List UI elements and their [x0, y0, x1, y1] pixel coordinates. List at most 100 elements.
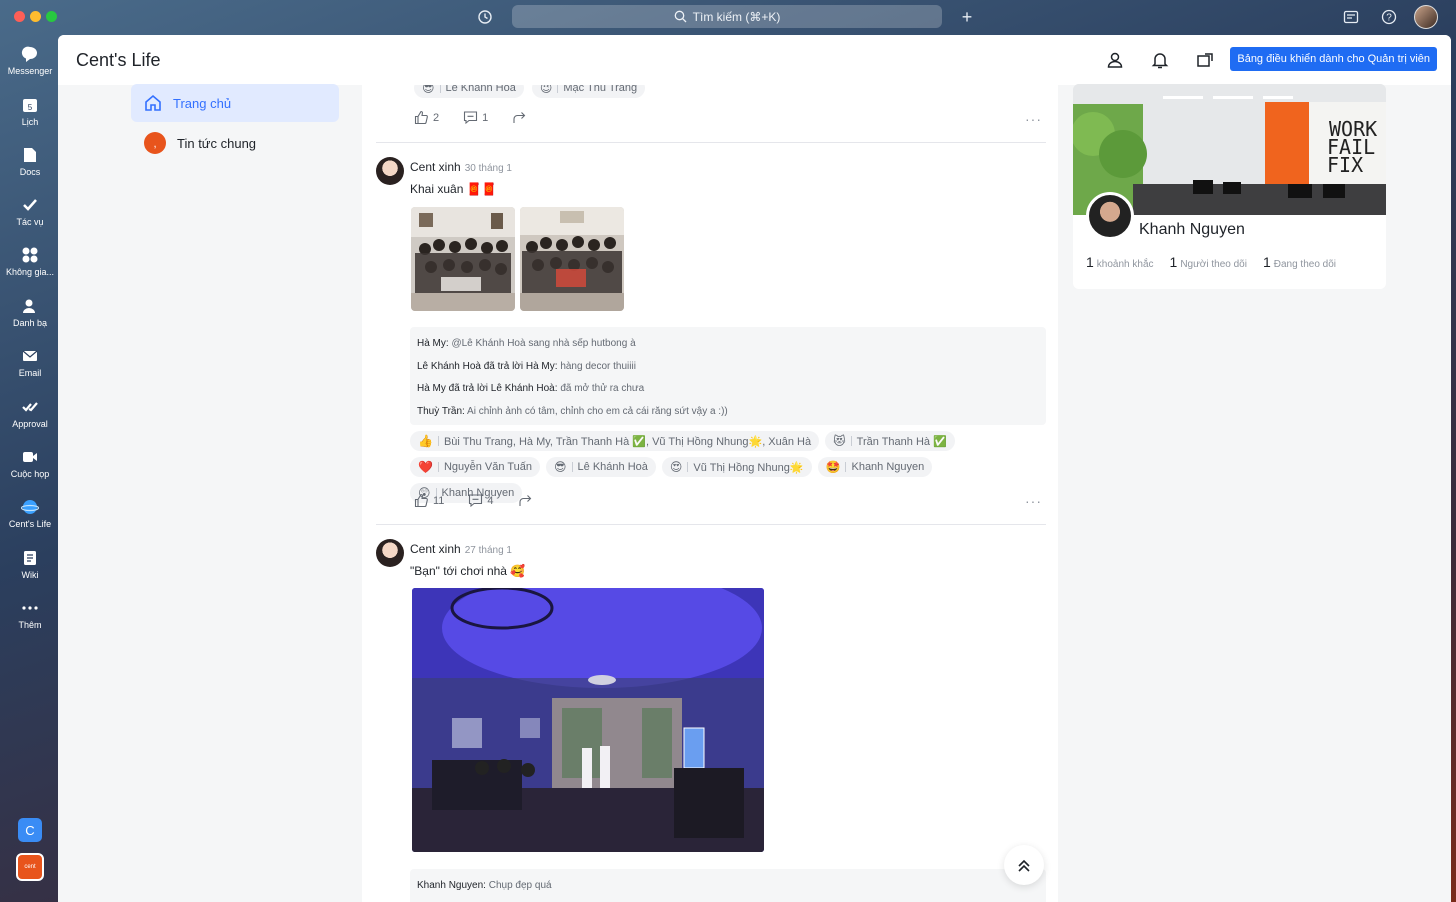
svg-text:?: ? [1386, 13, 1392, 24]
rail-item-contacts[interactable]: Danh bạ [0, 297, 60, 328]
avatar[interactable] [1086, 192, 1134, 240]
comment-thread: Hà My: @Lê Khánh Hoà sang nhà sếp hutbon… [410, 327, 1046, 425]
rail-label: Email [18, 368, 42, 378]
app-rail: Messenger 5 Lịch Docs Tác vụ Không gia..… [0, 34, 58, 902]
rail-item-messenger[interactable]: Messenger [0, 45, 60, 76]
scroll-to-top-button[interactable] [1004, 845, 1044, 885]
planet-icon [20, 498, 40, 516]
rail-label: Danh bạ [12, 318, 48, 328]
rail-item-wiki[interactable]: Wiki [0, 549, 60, 580]
close-window-button[interactable] [14, 11, 25, 22]
profile-card: WORK FAIL FIX Khanh Nguyen 1 khoảnh khắc … [1073, 84, 1386, 289]
post-photo[interactable] [411, 207, 515, 311]
chat-bubble-icon [21, 45, 39, 63]
nav-item-home[interactable]: Trang chủ [131, 84, 339, 122]
page-title: Cent's Life [76, 50, 161, 70]
post-actions: 11 4 [414, 493, 533, 508]
window-titlebar: Tìm kiếm (⌘+K) + ? [0, 0, 1456, 34]
profile-icon[interactable] [1105, 50, 1125, 70]
rail-item-cents-life[interactable]: Cent's Life [0, 498, 60, 529]
search-placeholder: Tìm kiếm (⌘+K) [692, 9, 781, 24]
rail-label: Messenger [7, 66, 53, 76]
plus-icon[interactable]: + [956, 6, 978, 28]
rail-label: Cent's Life [8, 519, 52, 529]
rail-item-calendar[interactable]: 5 Lịch [0, 96, 60, 127]
thumbs-up-icon [414, 493, 428, 508]
like-button[interactable]: 11 [414, 493, 444, 508]
comment-button[interactable]: 1 [463, 110, 488, 125]
mail-icon [21, 347, 39, 365]
help-icon[interactable]: ? [1378, 6, 1400, 28]
nav-label: Tin tức chung [177, 135, 257, 151]
checklist-icon[interactable] [1340, 6, 1362, 28]
like-count: 11 [433, 494, 445, 507]
divider [376, 524, 1046, 525]
zoom-window-button[interactable] [46, 11, 57, 22]
comment[interactable]: Lê Khánh Hoà đã trả lời Hà My: hàng deco… [417, 356, 1039, 379]
share-icon [513, 112, 526, 123]
stat-followers[interactable]: 1 Người theo dõi [1170, 254, 1247, 270]
reaction-chip[interactable]: 👍 Bùi Thu Trang, Hà My, Trần Thanh Hà ✅, … [410, 431, 820, 451]
share-button[interactable] [518, 493, 533, 508]
switch-window-icon[interactable] [1195, 50, 1215, 70]
reaction-chip[interactable]: 😍 Vũ Thị Hồng Nhung🌟 [661, 457, 812, 477]
admin-dashboard-button[interactable]: Bảng điều khiển dành cho Quản trị viên [1230, 47, 1437, 71]
rail-item-approval[interactable]: Approval [0, 398, 60, 429]
svg-text:5: 5 [28, 103, 33, 112]
comment[interactable]: Thuỳ Trần: Ai chỉnh ảnh có tâm, chỉnh ch… [417, 401, 1039, 424]
comment[interactable]: Hà My: @Lê Khánh Hoà sang nhà sếp hutbon… [417, 333, 1039, 356]
profile-stats: 1 khoảnh khắc 1 Người theo dõi 1 Đang theo … [1086, 254, 1336, 270]
contacts-icon [21, 297, 39, 315]
share-button[interactable] [512, 110, 527, 125]
more-options-icon[interactable]: ··· [1025, 111, 1042, 127]
double-chevron-up-icon [1018, 859, 1030, 872]
share-icon [518, 495, 531, 506]
rail-label: Approval [12, 419, 48, 429]
rail-item-email[interactable]: Email [0, 347, 60, 378]
post-author[interactable]: Cent xinh 30 tháng 1 [410, 160, 512, 174]
comment-button[interactable]: 4 [468, 493, 494, 508]
reaction-chip[interactable]: 🤩 Khanh Nguyen [817, 457, 933, 477]
nav-item-general-news[interactable]: , Tin tức chung [131, 124, 339, 162]
comment-icon [469, 494, 483, 508]
reaction-chip[interactable]: 😻 Trần Thanh Hà ✅ [825, 431, 955, 451]
checkmark-icon [21, 196, 39, 214]
comment[interactable]: Hà My đã trả lời Lê Khánh Hoà: đã mở thử… [417, 378, 1039, 401]
rail-item-workspace[interactable]: Không gia... [0, 246, 60, 277]
rail-label: Lịch [21, 117, 39, 127]
post-photo[interactable] [412, 588, 764, 852]
comment[interactable]: Khanh Nguyen: Chụp đẹp quá [417, 875, 1039, 898]
comment-count: 1 [482, 111, 489, 124]
rail-item-more[interactable]: Thêm [0, 599, 60, 630]
rail-label: Cuộc họp [10, 469, 50, 479]
like-count: 2 [433, 111, 440, 124]
profile-name[interactable]: Khanh Nguyen [1139, 221, 1245, 239]
post-photo[interactable] [520, 207, 624, 311]
like-button[interactable]: 2 [414, 110, 439, 125]
reaction-chip[interactable]: 😎 Lê Khánh Hoà [546, 457, 656, 477]
avatar[interactable] [376, 157, 404, 185]
stat-moments[interactable]: 1 khoảnh khắc [1086, 254, 1154, 270]
rail-item-tasks[interactable]: Tác vụ [0, 196, 60, 227]
reaction-chip[interactable]: 😉 Mạc Thu Trang [531, 85, 646, 98]
news-channel-icon: , [144, 132, 166, 154]
rail-item-meetings[interactable]: Cuộc họp [0, 448, 60, 479]
workspace-c-button[interactable]: C [18, 818, 42, 842]
more-options-icon[interactable]: ··· [1025, 493, 1042, 509]
reaction-chip[interactable]: 😎 Lê Khánh Hoà [414, 85, 524, 98]
rail-label: Không gia... [5, 267, 55, 277]
rail-item-docs[interactable]: Docs [0, 146, 60, 177]
rail-label: Docs [19, 167, 41, 177]
home-icon [145, 94, 161, 111]
workspace-cent-button[interactable]: cent [16, 853, 44, 881]
stat-following[interactable]: 1 Đang theo dõi [1263, 254, 1336, 270]
history-icon[interactable] [474, 6, 496, 28]
user-avatar[interactable] [1414, 5, 1438, 29]
partial-reactions: 😎 Lê Khánh Hoà 😉 Mạc Thu Trang [414, 85, 646, 98]
avatar[interactable] [376, 539, 404, 567]
global-search-bar[interactable]: Tìm kiếm (⌘+K) [512, 5, 942, 28]
minimize-window-button[interactable] [30, 11, 41, 22]
reaction-chip[interactable]: ❤️ Nguyễn Văn Tuấn [410, 457, 541, 477]
bell-icon[interactable] [1150, 50, 1170, 70]
post-author[interactable]: Cent xinh 27 tháng 1 [410, 542, 512, 556]
